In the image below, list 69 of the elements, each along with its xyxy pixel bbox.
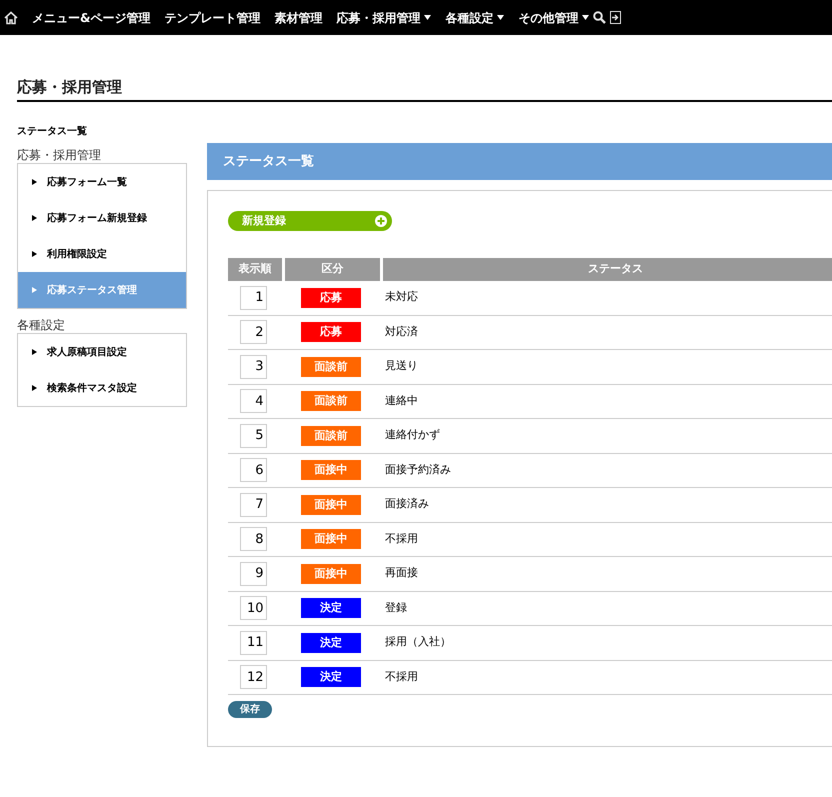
bullet-icon bbox=[32, 287, 37, 293]
column-header: 表示順 bbox=[228, 258, 282, 281]
order-input[interactable]: 8 bbox=[240, 527, 266, 552]
caret-icon bbox=[497, 15, 504, 20]
order-input[interactable]: 12 bbox=[240, 665, 266, 690]
order-input[interactable]: 11 bbox=[240, 630, 266, 655]
nav-menu-item[interactable]: 素材管理 bbox=[274, 8, 322, 26]
status-text: 未対応 bbox=[385, 290, 418, 303]
order-input[interactable]: 2 bbox=[240, 320, 266, 344]
panel-header: ステータス一覧 bbox=[207, 143, 832, 180]
category-badge: 面談前 bbox=[301, 391, 361, 412]
category-badge: 応募 bbox=[301, 322, 361, 342]
status-text: 連絡中 bbox=[385, 394, 418, 406]
order-input[interactable]: 1 bbox=[240, 286, 266, 310]
order-input[interactable]: 4 bbox=[240, 389, 266, 414]
category-badge: 面談前 bbox=[301, 356, 361, 377]
sidebar-item[interactable]: 応募フォーム新規登録 bbox=[18, 200, 186, 236]
order-input[interactable]: 9 bbox=[240, 562, 266, 586]
category-badge: 面接中 bbox=[301, 529, 361, 550]
status-text: 登録 bbox=[385, 600, 407, 614]
caret-icon bbox=[424, 15, 432, 20]
nav-menu-item[interactable]: 応募・採用管理 bbox=[336, 8, 432, 26]
sidebar-heading: 応募・採用管理 bbox=[17, 147, 101, 163]
nav-menu-item[interactable]: その他管理 bbox=[518, 8, 590, 26]
search-icon[interactable] bbox=[593, 11, 606, 24]
category-badge: 応募 bbox=[301, 288, 361, 308]
order-input[interactable]: 10 bbox=[240, 596, 266, 620]
order-input[interactable]: 5 bbox=[240, 424, 266, 448]
column-header: ステータス bbox=[380, 258, 832, 281]
category-badge: 面談前 bbox=[301, 426, 361, 446]
sidebar-heading: 各種設定 bbox=[17, 317, 65, 333]
status-text: 面接予約済み bbox=[385, 462, 451, 476]
sidebar-item[interactable]: 利用権限設定 bbox=[18, 236, 186, 272]
status-text: 連絡付かず bbox=[385, 428, 440, 441]
nav-menu-item[interactable]: メニュー&ページ管理 bbox=[32, 8, 150, 26]
status-text: 再面接 bbox=[385, 566, 418, 579]
logout-icon[interactable] bbox=[610, 11, 622, 24]
bullet-icon bbox=[32, 349, 37, 355]
plus-icon bbox=[375, 215, 387, 227]
nav-menu-item[interactable]: テンプレート管理 bbox=[164, 8, 260, 26]
category-badge: 面接中 bbox=[301, 564, 361, 584]
save-button[interactable]: 保存 bbox=[228, 701, 272, 718]
order-input[interactable]: 6 bbox=[240, 458, 266, 482]
bullet-icon bbox=[32, 215, 37, 221]
bullet-icon bbox=[32, 251, 37, 257]
status-text: 面接済み bbox=[385, 497, 429, 510]
status-text: 不採用 bbox=[385, 670, 418, 682]
breadcrumb: ステータス一覧 bbox=[17, 124, 87, 139]
status-text: 不採用 bbox=[385, 532, 418, 544]
order-input[interactable]: 3 bbox=[240, 354, 266, 379]
column-header: 区分 bbox=[282, 258, 380, 281]
bullet-icon bbox=[32, 385, 37, 391]
order-input[interactable]: 7 bbox=[240, 492, 266, 517]
status-text: 採用（入社） bbox=[385, 635, 451, 648]
category-badge: 面接中 bbox=[301, 460, 361, 480]
sidebar-item[interactable]: 応募フォーム一覧 bbox=[18, 164, 186, 200]
status-text: 見送り bbox=[385, 359, 418, 372]
sidebar-item[interactable]: 求人原稿項目設定 bbox=[18, 334, 186, 370]
page-title: 応募・採用管理 bbox=[17, 77, 122, 97]
home-icon[interactable] bbox=[4, 10, 18, 24]
caret-icon bbox=[582, 15, 590, 20]
category-badge: 決定 bbox=[301, 598, 361, 618]
sidebar-item[interactable]: 検索条件マスタ設定 bbox=[18, 370, 186, 406]
bullet-icon bbox=[32, 179, 37, 185]
category-badge: 決定 bbox=[301, 632, 361, 653]
nav-menu-item[interactable]: 各種設定 bbox=[445, 8, 504, 26]
category-badge: 決定 bbox=[301, 667, 361, 688]
status-text: 対応済 bbox=[385, 324, 418, 338]
category-badge: 面接中 bbox=[301, 494, 361, 515]
